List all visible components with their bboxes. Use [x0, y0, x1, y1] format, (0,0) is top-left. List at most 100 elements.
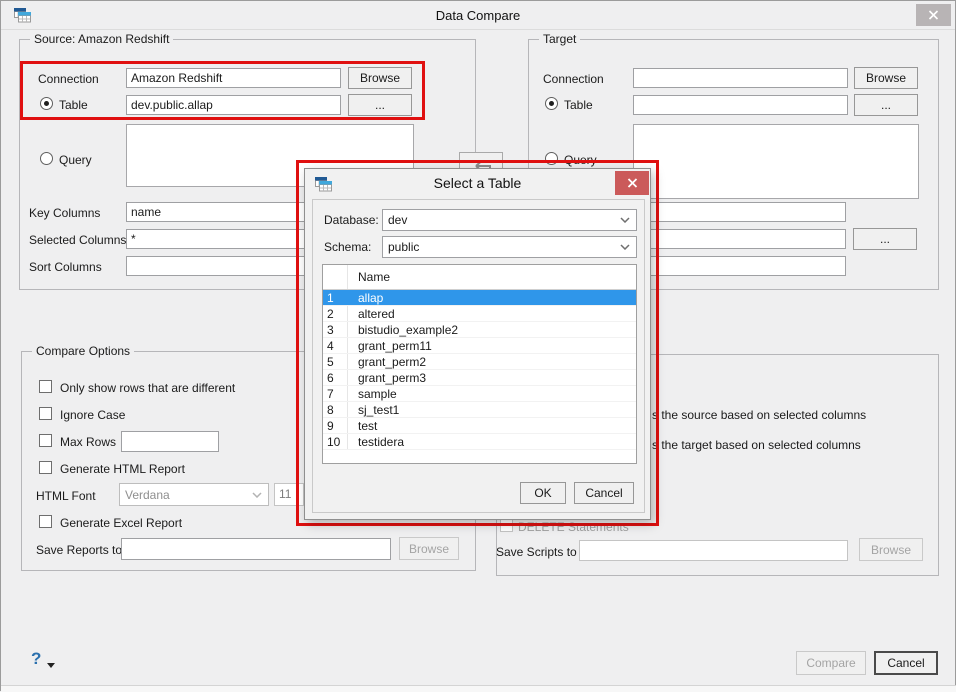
save-reports-browse-button: Browse	[399, 537, 459, 560]
target-connection-input[interactable]	[633, 68, 848, 88]
generate-excel-report-checkbox[interactable]	[39, 515, 52, 528]
table-name: bistudio_example2	[358, 322, 459, 337]
help-button[interactable]: ?	[31, 649, 41, 669]
source-query-label: Query	[59, 153, 92, 167]
max-rows-checkbox[interactable]	[39, 434, 52, 447]
generate-html-report-label: Generate HTML Report	[60, 462, 185, 476]
database-label: Database:	[324, 213, 379, 227]
table-name: testidera	[358, 434, 405, 449]
target-table-picker-button[interactable]: ...	[854, 94, 918, 116]
table-name: sj_test1	[358, 402, 400, 417]
table-name: altered	[358, 306, 395, 321]
chevron-down-icon	[252, 491, 262, 498]
target-selected-columns-picker-button[interactable]: ...	[853, 228, 917, 250]
data-compare-window: Data Compare Source: Amazon Redshift Con…	[0, 0, 956, 692]
list-item[interactable]: 4 grant_perm11	[323, 338, 636, 354]
close-icon	[928, 10, 939, 20]
schema-select[interactable]: public	[382, 236, 637, 258]
target-query-textarea[interactable]	[633, 124, 919, 199]
row-number: 5	[323, 354, 348, 369]
target-table-radio[interactable]	[545, 97, 558, 110]
list-item[interactable]: 2 altered	[323, 306, 636, 322]
ignore-case-label: Ignore Case	[60, 408, 126, 422]
name-column-header: Name	[358, 270, 391, 284]
ok-button[interactable]: OK	[520, 482, 566, 504]
list-item[interactable]: 10 testidera	[323, 434, 636, 450]
table-name: allap	[358, 290, 384, 305]
table-name: grant_perm11	[358, 338, 432, 353]
save-reports-to-label: Save Reports to	[36, 543, 123, 557]
save-scripts-browse-button: Browse	[859, 538, 923, 561]
generate-html-report-checkbox[interactable]	[39, 461, 52, 474]
html-font-label: HTML Font	[36, 489, 96, 503]
generate-excel-report-label: Generate Excel Report	[60, 516, 183, 530]
title-bar: Data Compare	[1, 1, 955, 30]
select-table-dialog: Select a Table Database: dev Schema: pub…	[304, 168, 651, 520]
row-number: 3	[323, 322, 348, 337]
table-name: grant_perm3	[358, 370, 427, 385]
chevron-down-icon	[620, 244, 630, 251]
help-dropdown-arrow-icon[interactable]	[47, 663, 55, 668]
source-query-radio[interactable]	[40, 152, 53, 165]
only-show-rows-checkbox[interactable]	[39, 380, 52, 393]
source-group-label: Source: Amazon Redshift	[30, 33, 174, 46]
row-number: 7	[323, 386, 348, 401]
row-number: 10	[323, 434, 348, 449]
list-item[interactable]: 1 allap	[323, 290, 636, 306]
row-number: 8	[323, 402, 348, 417]
compare-button: Compare	[796, 651, 866, 675]
target-key-columns-input[interactable]	[635, 202, 846, 222]
target-selected-columns-input[interactable]	[635, 229, 846, 249]
database-value: dev	[388, 213, 408, 227]
schema-label: Schema:	[324, 240, 372, 254]
ignore-case-checkbox[interactable]	[39, 407, 52, 420]
target-table-label: Table	[564, 98, 593, 112]
source-key-columns-label: Key Columns	[29, 206, 101, 220]
source-sort-columns-label: Sort Columns	[29, 260, 102, 274]
list-item[interactable]: 6 grant_perm3	[323, 370, 636, 386]
row-number: 4	[323, 338, 348, 353]
select-table-close-button[interactable]	[615, 171, 649, 195]
row-number: 1	[323, 290, 348, 305]
row-number: 2	[323, 306, 348, 321]
row-number: 6	[323, 370, 348, 385]
window-close-button[interactable]	[916, 4, 951, 26]
row-number: 9	[323, 418, 348, 433]
window-title: Data Compare	[435, 8, 521, 23]
table-list: Name 1 allap 2 altered 3 bistudio_example2 4 gr…	[322, 264, 637, 464]
table-name: grant_perm2	[358, 354, 427, 369]
table-name: test	[358, 418, 378, 433]
list-item[interactable]: 8 sj_test1	[323, 402, 636, 418]
schema-value: public	[388, 240, 420, 254]
row-number-column-header	[323, 265, 348, 289]
select-table-dialog-title: Select a Table	[433, 175, 522, 191]
close-icon	[627, 178, 637, 188]
compare-options-group-label: Compare Options	[32, 345, 135, 358]
table-list-body: 1 allap 2 altered 3 bistudio_example2 4 grant_p…	[323, 290, 636, 450]
sync-source-text-fragment: s the source based on selected columns	[652, 408, 867, 422]
target-group-label: Target	[539, 33, 581, 46]
list-item[interactable]: 3 bistudio_example2	[323, 322, 636, 338]
html-font-select: Verdana	[119, 483, 269, 506]
max-rows-input[interactable]	[121, 431, 219, 452]
source-highlight-annotation	[20, 61, 425, 120]
save-scripts-to-label: Save Scripts to	[496, 545, 577, 559]
cancel-button[interactable]: Cancel	[874, 651, 938, 675]
table-list-header: Name	[323, 265, 636, 290]
target-sort-columns-input[interactable]	[635, 256, 846, 276]
target-table-input[interactable]	[633, 95, 848, 115]
list-item[interactable]: 9 test	[323, 418, 636, 434]
save-reports-input[interactable]	[121, 538, 391, 560]
source-selected-columns-label: Selected Columns	[29, 233, 127, 247]
list-item[interactable]: 7 sample	[323, 386, 636, 402]
sync-target-text-fragment: s the target based on selected columns	[652, 438, 861, 452]
chevron-down-icon	[620, 217, 630, 224]
html-font-value: Verdana	[125, 487, 170, 502]
target-browse-button[interactable]: Browse	[854, 67, 918, 89]
only-show-rows-label: Only show rows that are different	[60, 381, 236, 395]
list-item[interactable]: 5 grant_perm2	[323, 354, 636, 370]
dialog-cancel-button[interactable]: Cancel	[574, 482, 634, 504]
save-scripts-input[interactable]	[579, 540, 848, 561]
target-connection-label: Connection	[543, 72, 604, 86]
database-select[interactable]: dev	[382, 209, 637, 231]
